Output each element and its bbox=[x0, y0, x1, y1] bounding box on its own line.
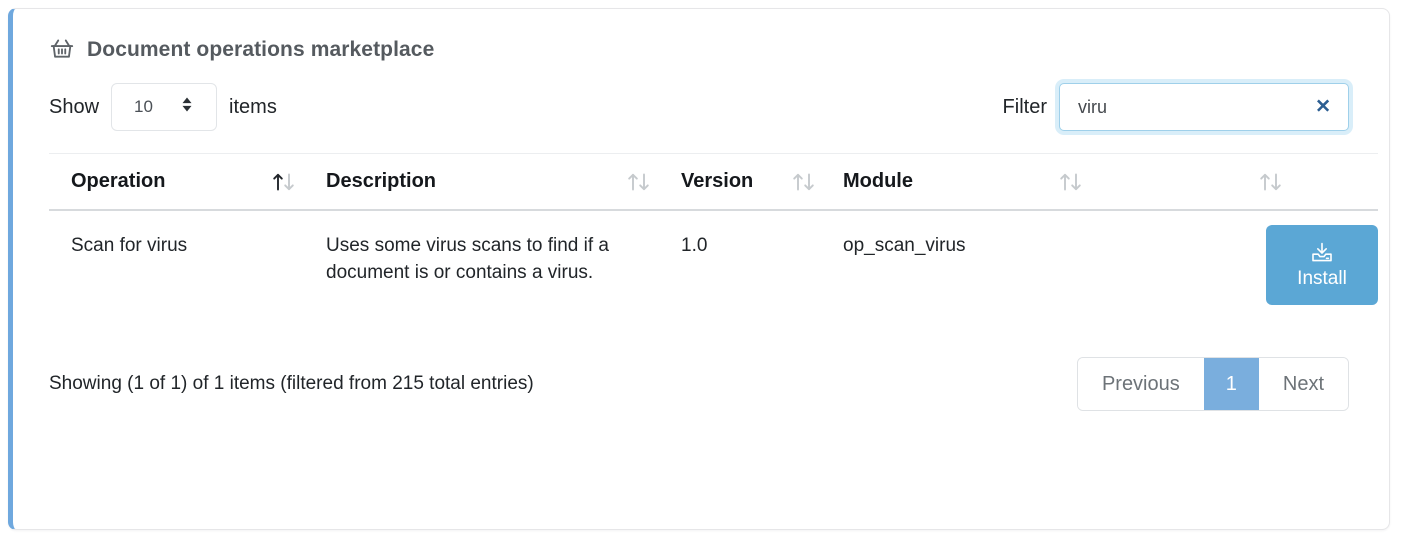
filter-input[interactable] bbox=[1060, 86, 1295, 128]
sort-none-icon bbox=[1058, 171, 1258, 193]
sort-asc-icon bbox=[271, 171, 326, 193]
show-label: Show bbox=[49, 96, 99, 119]
table-row: Scan for virus Uses some virus scans to … bbox=[49, 210, 1378, 331]
column-header-description[interactable]: Description bbox=[326, 154, 626, 211]
table-footer: Showing (1 of 1) of 1 items (filtered fr… bbox=[13, 331, 1389, 411]
cell-description: Uses some virus scans to find if a docum… bbox=[326, 210, 681, 331]
sort-none-icon bbox=[1258, 171, 1378, 193]
filter-group: Filter ✕ bbox=[1003, 83, 1349, 131]
cell-action: Install bbox=[1058, 210, 1378, 331]
table-controls: Show 10 items Filter ✕ bbox=[13, 63, 1389, 131]
items-label: items bbox=[229, 96, 277, 119]
page-title: Document operations marketplace bbox=[87, 38, 434, 62]
cell-spacer-1 bbox=[271, 210, 326, 331]
install-button-label: Install bbox=[1297, 268, 1347, 290]
operations-table: Operation bbox=[49, 153, 1378, 331]
cell-version: 1.0 bbox=[681, 210, 791, 331]
sort-none-icon bbox=[626, 171, 681, 193]
marketplace-card: Document operations marketplace Show 10 … bbox=[8, 8, 1390, 530]
cell-spacer-2 bbox=[791, 210, 843, 331]
cell-module: op_scan_virus bbox=[843, 210, 1058, 331]
sort-toggle-extra-1[interactable] bbox=[1058, 154, 1258, 211]
clear-icon[interactable]: ✕ bbox=[1312, 96, 1334, 119]
pagination-next[interactable]: Next bbox=[1259, 358, 1348, 410]
table-header-row: Operation bbox=[49, 154, 1378, 211]
download-tray-icon bbox=[1309, 241, 1335, 266]
filter-label: Filter bbox=[1003, 96, 1047, 119]
card-header: Document operations marketplace bbox=[13, 9, 1389, 63]
column-header-operation[interactable]: Operation bbox=[49, 154, 271, 211]
showing-entries-text: Showing (1 of 1) of 1 items (filtered fr… bbox=[49, 373, 534, 395]
table-body: Scan for virus Uses some virus scans to … bbox=[49, 210, 1378, 331]
basket-icon bbox=[49, 37, 75, 63]
page-size-group: Show 10 items bbox=[49, 83, 277, 131]
pagination: Previous 1 Next bbox=[1077, 357, 1349, 411]
sort-toggle-description[interactable] bbox=[626, 154, 681, 211]
table-head: Operation bbox=[49, 154, 1378, 211]
page-size-value: 10 bbox=[112, 97, 153, 117]
column-header-module[interactable]: Module bbox=[843, 154, 1058, 211]
pagination-previous[interactable]: Previous bbox=[1078, 358, 1204, 410]
page-size-select[interactable]: 10 bbox=[111, 83, 217, 131]
cell-operation: Scan for virus bbox=[49, 210, 271, 331]
install-button[interactable]: Install bbox=[1266, 225, 1378, 305]
pagination-page-1[interactable]: 1 bbox=[1204, 358, 1259, 410]
chevron-updown-icon bbox=[180, 95, 194, 120]
filter-box: ✕ bbox=[1059, 83, 1349, 131]
sort-toggle-extra-2[interactable] bbox=[1258, 154, 1378, 211]
operations-table-wrap: Operation bbox=[13, 131, 1389, 331]
column-header-version[interactable]: Version bbox=[681, 154, 791, 211]
sort-toggle-operation[interactable] bbox=[271, 154, 326, 211]
sort-none-icon bbox=[791, 171, 843, 193]
sort-toggle-version[interactable] bbox=[791, 154, 843, 211]
